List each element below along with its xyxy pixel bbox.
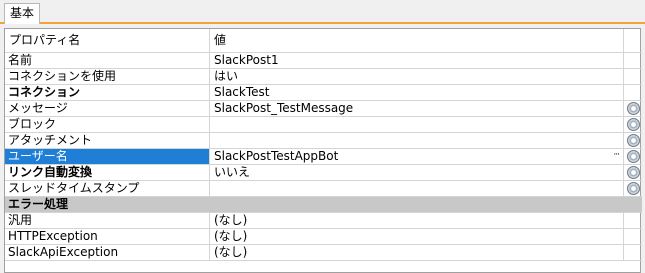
property-value[interactable]: [211, 117, 624, 132]
property-value[interactable]: [211, 133, 624, 148]
ellipsis-button[interactable]: ···: [613, 149, 620, 162]
property-name: HTTPException: [5, 229, 210, 244]
category-row[interactable]: エラー処理: [5, 197, 642, 213]
action-cell: [625, 117, 641, 132]
property-name: スレッドタイムスタンプ: [5, 181, 210, 196]
property-row[interactable]: ユーザー名 SlackPostTestAppBot ···: [5, 149, 642, 165]
property-value[interactable]: [211, 181, 624, 196]
property-name: コネクション: [5, 85, 210, 100]
property-value-text: SlackPost1: [214, 53, 279, 67]
property-row[interactable]: コネクションを使用 はい: [5, 69, 642, 85]
property-name: ブロック: [5, 117, 210, 132]
action-cell: [625, 229, 641, 244]
property-name: アタッチメント: [5, 133, 210, 148]
gear-icon[interactable]: [627, 166, 640, 179]
property-row[interactable]: 汎用 (なし): [5, 213, 642, 229]
property-value-text: いいえ: [214, 165, 251, 179]
property-grid: プロパティ名 値 名前 SlackPost1 コネクションを使用 はい コネクション Sl…: [5, 29, 642, 261]
action-cell: [625, 197, 641, 212]
property-row[interactable]: メッセージ SlackPost_TestMessage: [5, 101, 642, 117]
action-cell: [625, 245, 641, 260]
property-value: [211, 197, 624, 212]
column-header-action: [625, 29, 641, 52]
gear-icon[interactable]: [627, 182, 640, 195]
action-cell: [625, 213, 641, 228]
property-value[interactable]: SlackPostTestAppBot ···: [211, 149, 624, 164]
property-row[interactable]: 名前 SlackPost1: [5, 53, 642, 69]
property-value[interactable]: SlackTest: [211, 85, 624, 100]
property-row[interactable]: SlackApiException (なし): [5, 245, 642, 261]
property-value[interactable]: いいえ: [211, 165, 624, 180]
gear-icon[interactable]: [627, 134, 640, 147]
property-value[interactable]: (なし): [211, 213, 624, 228]
property-name: 名前: [5, 53, 210, 68]
property-value[interactable]: はい: [211, 69, 624, 84]
property-name: リンク自動変換: [5, 165, 210, 180]
property-name: 汎用: [5, 213, 210, 228]
action-cell: [625, 181, 641, 196]
gear-icon[interactable]: [627, 118, 640, 131]
property-name: メッセージ: [5, 101, 210, 116]
property-value[interactable]: (なし): [211, 229, 624, 244]
action-cell: [625, 69, 641, 84]
gear-icon[interactable]: [627, 150, 640, 163]
grid-header-row: プロパティ名 値: [5, 29, 642, 53]
property-row[interactable]: ブロック: [5, 117, 642, 133]
property-name: SlackApiException: [5, 245, 210, 260]
property-row[interactable]: スレッドタイムスタンプ: [5, 181, 642, 197]
action-cell: [625, 85, 641, 100]
property-value[interactable]: (なし): [211, 245, 624, 260]
action-cell: [625, 101, 641, 116]
property-row[interactable]: HTTPException (なし): [5, 229, 642, 245]
action-cell: [625, 165, 641, 180]
property-value-text: はい: [214, 69, 239, 83]
property-value[interactable]: SlackPost1: [211, 53, 624, 68]
column-header-value: 値: [211, 29, 624, 52]
property-grid-panel: プロパティ名 値 名前 SlackPost1 コネクションを使用 はい コネクション Sl…: [4, 28, 642, 273]
property-value-text: (なし): [214, 213, 248, 227]
action-cell: [625, 53, 641, 68]
action-cell: [625, 149, 641, 164]
property-row[interactable]: アタッチメント: [5, 133, 642, 149]
property-value-text: (なし): [214, 229, 248, 243]
property-value-text: (なし): [214, 245, 248, 259]
property-name: ユーザー名: [5, 149, 210, 164]
property-value-text: SlackPost_TestMessage: [214, 101, 354, 115]
gear-icon[interactable]: [627, 102, 640, 115]
column-header-property-name: プロパティ名: [5, 29, 210, 52]
property-row[interactable]: リンク自動変換 いいえ: [5, 165, 642, 181]
property-name: エラー処理: [8, 197, 69, 211]
property-name: コネクションを使用: [5, 69, 210, 84]
tab-bar: 基本: [0, 0, 645, 24]
property-value-text: SlackTest: [214, 85, 270, 99]
action-cell: [625, 133, 641, 148]
property-value[interactable]: SlackPost_TestMessage: [211, 101, 624, 116]
tab-basic[interactable]: 基本: [4, 3, 41, 24]
property-row[interactable]: コネクション SlackTest: [5, 85, 642, 101]
property-value-text: SlackPostTestAppBot: [214, 149, 339, 163]
